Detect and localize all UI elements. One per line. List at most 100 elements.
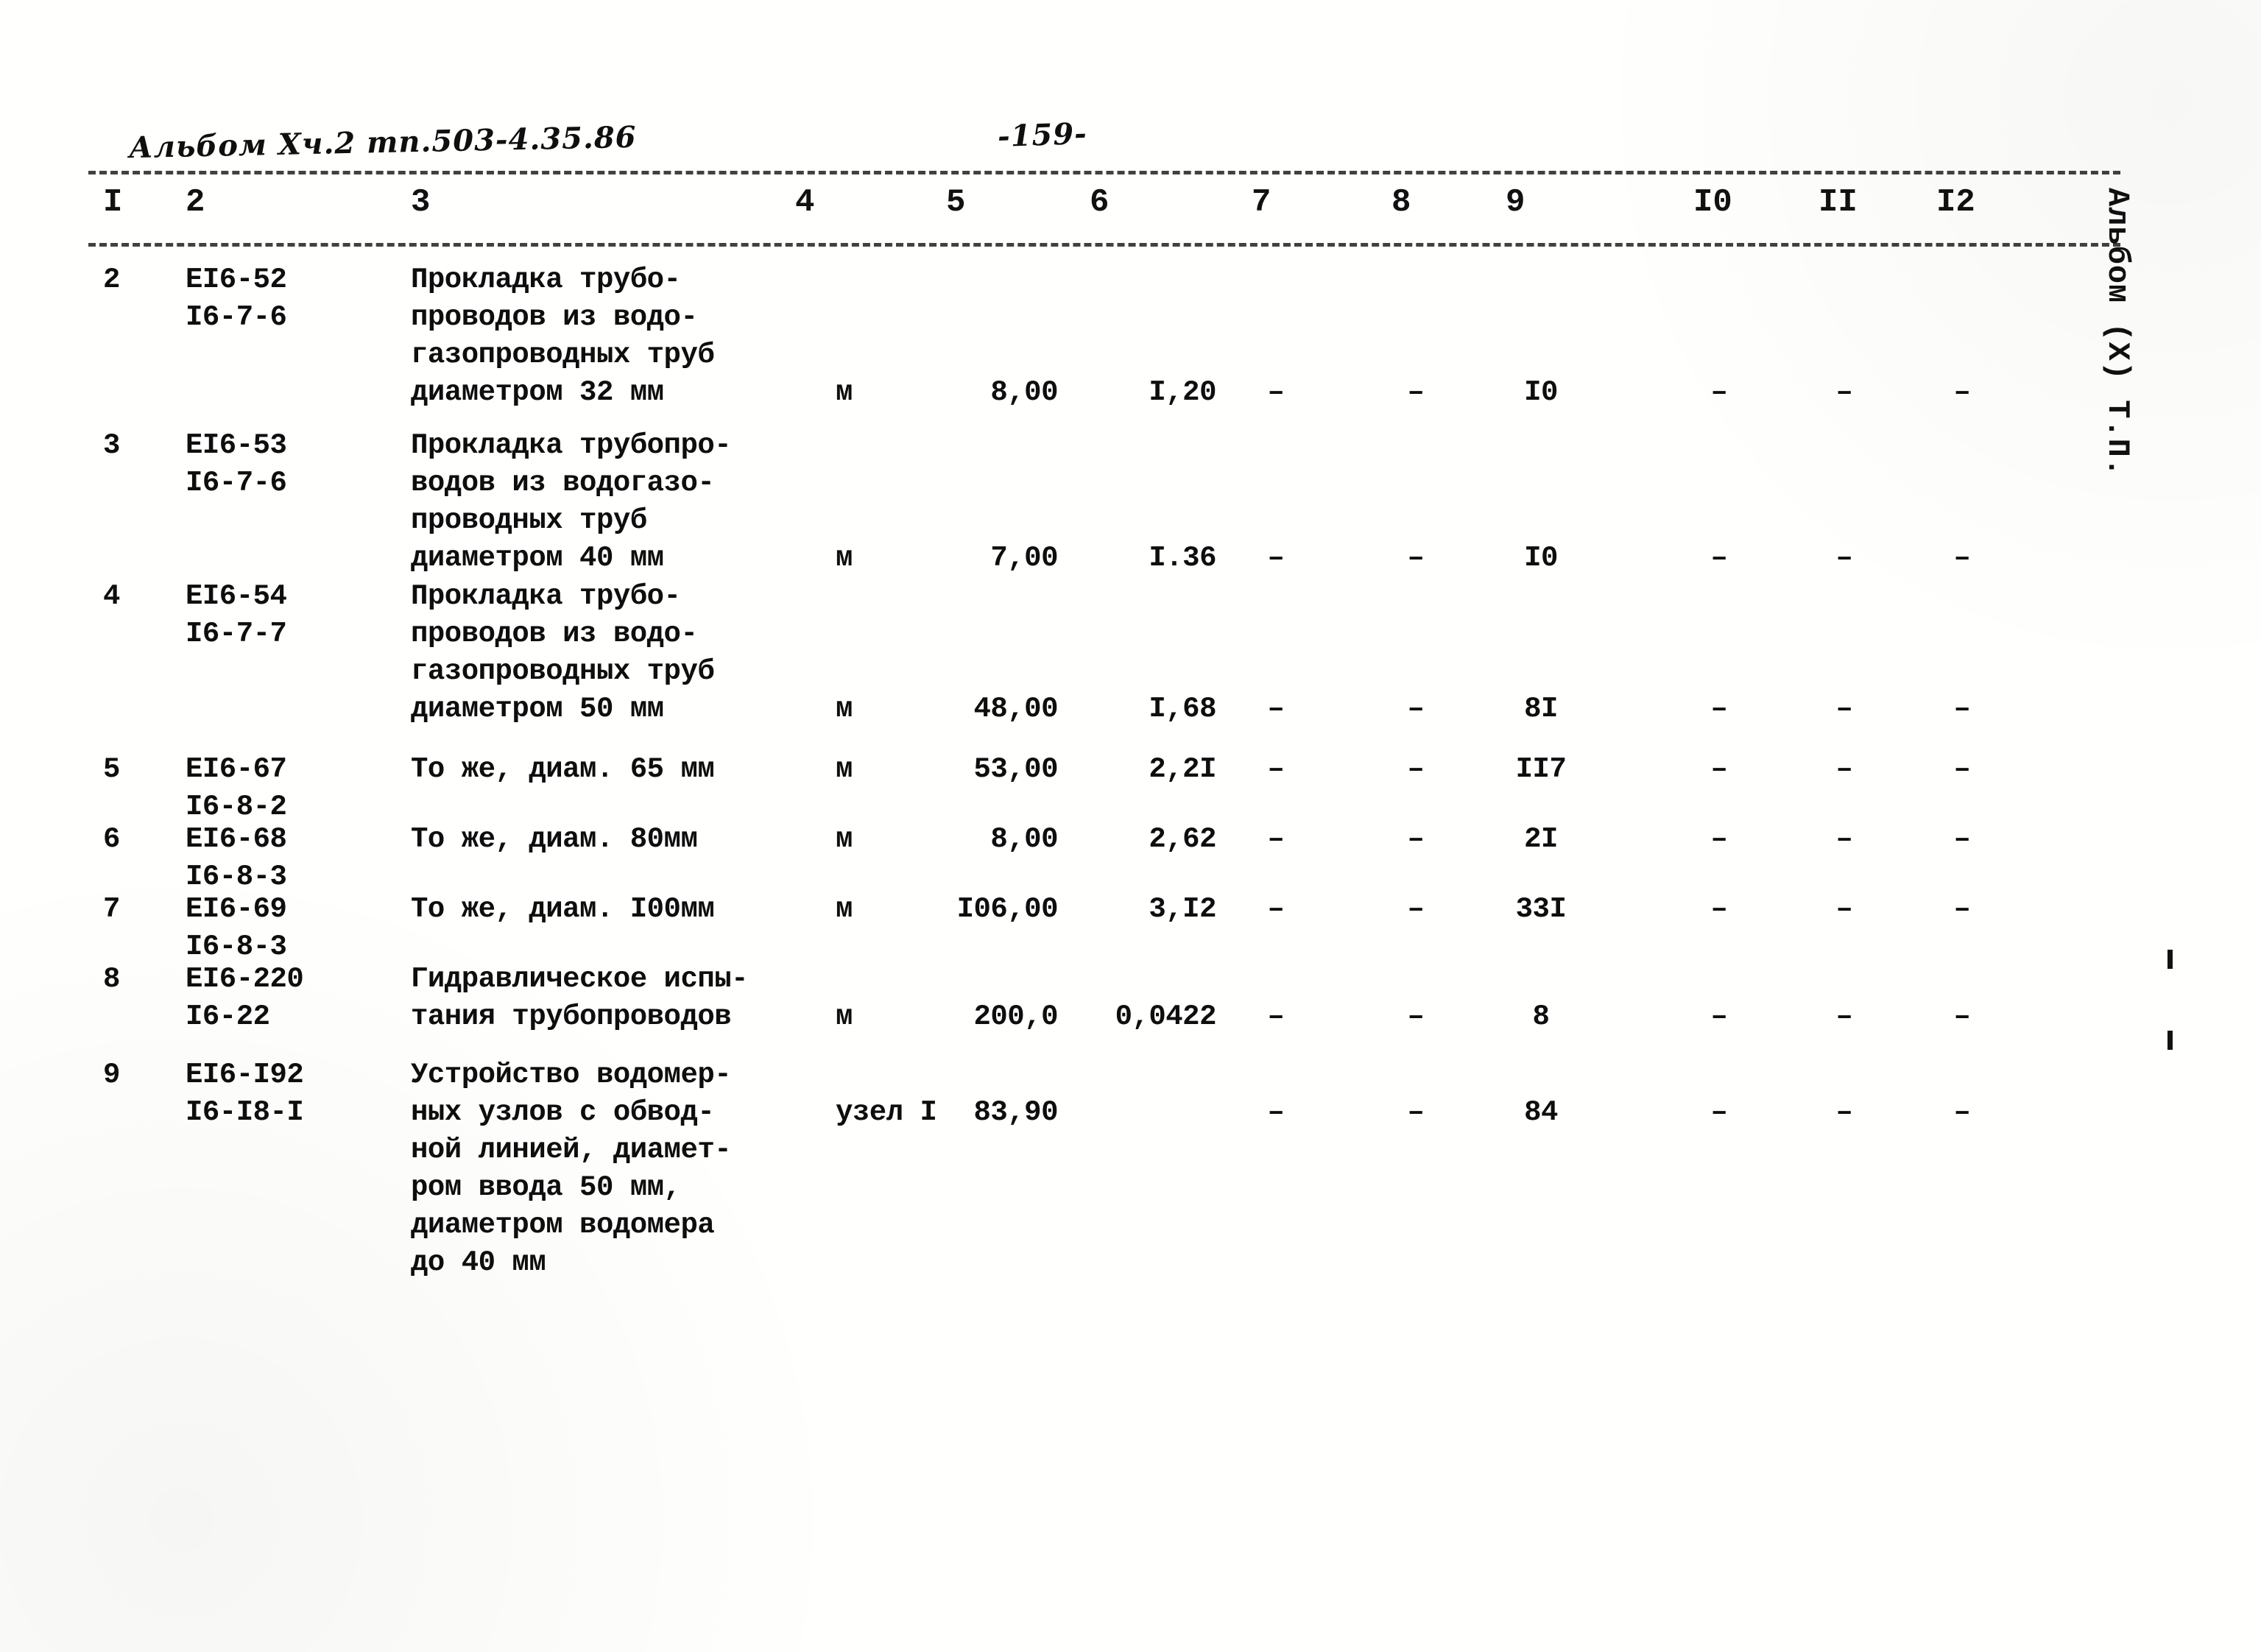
row-index-cell: 5 [103, 753, 120, 786]
resource-code-cell: ЕI6-67 [186, 753, 287, 786]
description-line: То же, диам. 80мм [411, 823, 698, 855]
description-line: проводов из водо- [411, 301, 698, 333]
column-header-2: 2 [186, 184, 205, 221]
unit-cell: м [836, 753, 853, 786]
quantity-cell: 83,90 [973, 1096, 1058, 1129]
margin-album-label: Альбом (X) Т.П. [2100, 188, 2135, 478]
column-9-cell: I0 [1524, 376, 1558, 409]
description-line: ром ввода 50 мм, [411, 1171, 681, 1204]
unit-cell: м [836, 1000, 853, 1033]
description-line: Прокладка трубо- [411, 580, 681, 613]
column-7-cell: – [1267, 542, 1285, 574]
column-9-cell: I0 [1524, 542, 1558, 574]
column-12-cell: – [1953, 1000, 1971, 1033]
column-11-cell: – [1835, 893, 1853, 925]
column-8-cell: – [1407, 542, 1425, 574]
resource-subcode-cell: I6-7-6 [186, 301, 287, 333]
handwritten-album-code: Альбом Xч.2 тп.503-4.35.86 [128, 119, 637, 166]
table-column-headers: I 2 3 4 5 6 7 8 9 I0 II I2 [0, 184, 2261, 236]
description-line: Прокладка трубопро- [411, 429, 732, 462]
quantity-cell: I06,00 [956, 893, 1059, 925]
table-header-bottom-rule [88, 243, 2120, 247]
quantity-cell: 8,00 [990, 823, 1058, 855]
description-line: диаметром 40 мм [411, 542, 664, 574]
column-10-cell: – [1710, 1096, 1728, 1129]
column-12-cell: – [1953, 753, 1971, 786]
column-7-cell: – [1267, 1000, 1285, 1033]
table-row: 9 ЕI6-I92 I6-I8-I Устройство водомер-ных уз… [0, 1056, 2261, 1279]
margin-tick-mark [2167, 950, 2173, 969]
column-7-cell: – [1267, 753, 1285, 786]
price-cell: I.36 [1149, 542, 1216, 574]
description-line: диаметром 32 мм [411, 376, 664, 409]
unit-cell: м [836, 693, 853, 725]
row-index-cell: 7 [103, 893, 120, 925]
unit-cell: м [836, 893, 853, 925]
column-11-cell: – [1835, 1096, 1853, 1129]
description-line: проводов из водо- [411, 618, 698, 650]
column-11-cell: – [1835, 753, 1853, 786]
description-line: То же, диам. I00мм [411, 893, 715, 925]
description-line: диаметром водомера [411, 1209, 715, 1241]
table-row: 3 ЕI6-53 I6-7-6 Прокладка трубопро-водов из… [0, 427, 2261, 582]
column-9-cell: 2I [1524, 823, 1558, 855]
column-11-cell: – [1835, 376, 1853, 409]
row-index-cell: 9 [103, 1059, 120, 1091]
column-header-3: 3 [411, 184, 431, 221]
quantity-cell: 7,00 [990, 542, 1058, 574]
row-index-cell: 2 [103, 264, 120, 296]
description-line: проводных труб [411, 504, 647, 537]
column-header-9: 9 [1506, 184, 1525, 221]
description-line: ной линией, диамет- [411, 1134, 732, 1166]
description-line: водов из водогазо- [411, 467, 715, 499]
price-cell: 0,0422 [1115, 1000, 1217, 1033]
description-line: Прокладка трубо- [411, 264, 681, 296]
quantity-cell: 48,00 [973, 693, 1058, 725]
column-9-cell: II7 [1515, 753, 1567, 786]
description-line: ных узлов с обвод- [411, 1096, 715, 1129]
table-row: 4 ЕI6-54 I6-7-7 Прокладка трубо-проводов из… [0, 578, 2261, 733]
column-11-cell: – [1835, 823, 1853, 855]
resource-subcode-cell: I6-22 [186, 1000, 270, 1033]
column-header-10: I0 [1693, 184, 1732, 221]
price-cell: I,68 [1149, 693, 1216, 725]
column-12-cell: – [1953, 542, 1971, 574]
column-10-cell: – [1710, 693, 1728, 725]
price-cell: 3,I2 [1149, 893, 1216, 925]
column-7-cell: – [1267, 1096, 1285, 1129]
column-8-cell: – [1407, 376, 1425, 409]
column-8-cell: – [1407, 693, 1425, 725]
column-10-cell: – [1710, 376, 1728, 409]
column-header-8: 8 [1391, 184, 1411, 221]
resource-subcode-cell: I6-7-6 [186, 467, 287, 499]
column-9-cell: 33I [1515, 893, 1567, 925]
column-9-cell: 8I [1524, 693, 1558, 725]
resource-code-cell: ЕI6-220 [186, 963, 304, 995]
resource-subcode-cell: I6-I8-I [186, 1096, 304, 1129]
column-9-cell: 84 [1524, 1096, 1558, 1129]
column-header-11: II [1819, 184, 1858, 221]
column-header-5: 5 [946, 184, 966, 221]
column-11-cell: – [1835, 693, 1853, 725]
unit-cell: м [836, 542, 853, 574]
description-line: газопроводных труб [411, 339, 715, 371]
quantity-cell: 200,0 [973, 1000, 1058, 1033]
column-8-cell: – [1407, 893, 1425, 925]
description-line: тания трубопроводов [411, 1000, 732, 1033]
table-row: 2 ЕI6-52 I6-7-6 Прокладка трубо-проводов из… [0, 261, 2261, 416]
column-7-cell: – [1267, 376, 1285, 409]
price-cell: 2,62 [1149, 823, 1216, 855]
unit-cell: м [836, 376, 853, 409]
column-9-cell: 8 [1532, 1000, 1550, 1033]
row-index-cell: 4 [103, 580, 120, 613]
unit-cell: узел I [836, 1096, 937, 1129]
description-line: То же, диам. 65 мм [411, 753, 715, 786]
column-12-cell: – [1953, 893, 1971, 925]
row-index-cell: 8 [103, 963, 120, 995]
column-12-cell: – [1953, 1096, 1971, 1129]
unit-cell: м [836, 823, 853, 855]
description-line: диаметром 50 мм [411, 693, 664, 725]
column-7-cell: – [1267, 693, 1285, 725]
column-10-cell: – [1710, 753, 1728, 786]
column-header-6: 6 [1090, 184, 1110, 221]
